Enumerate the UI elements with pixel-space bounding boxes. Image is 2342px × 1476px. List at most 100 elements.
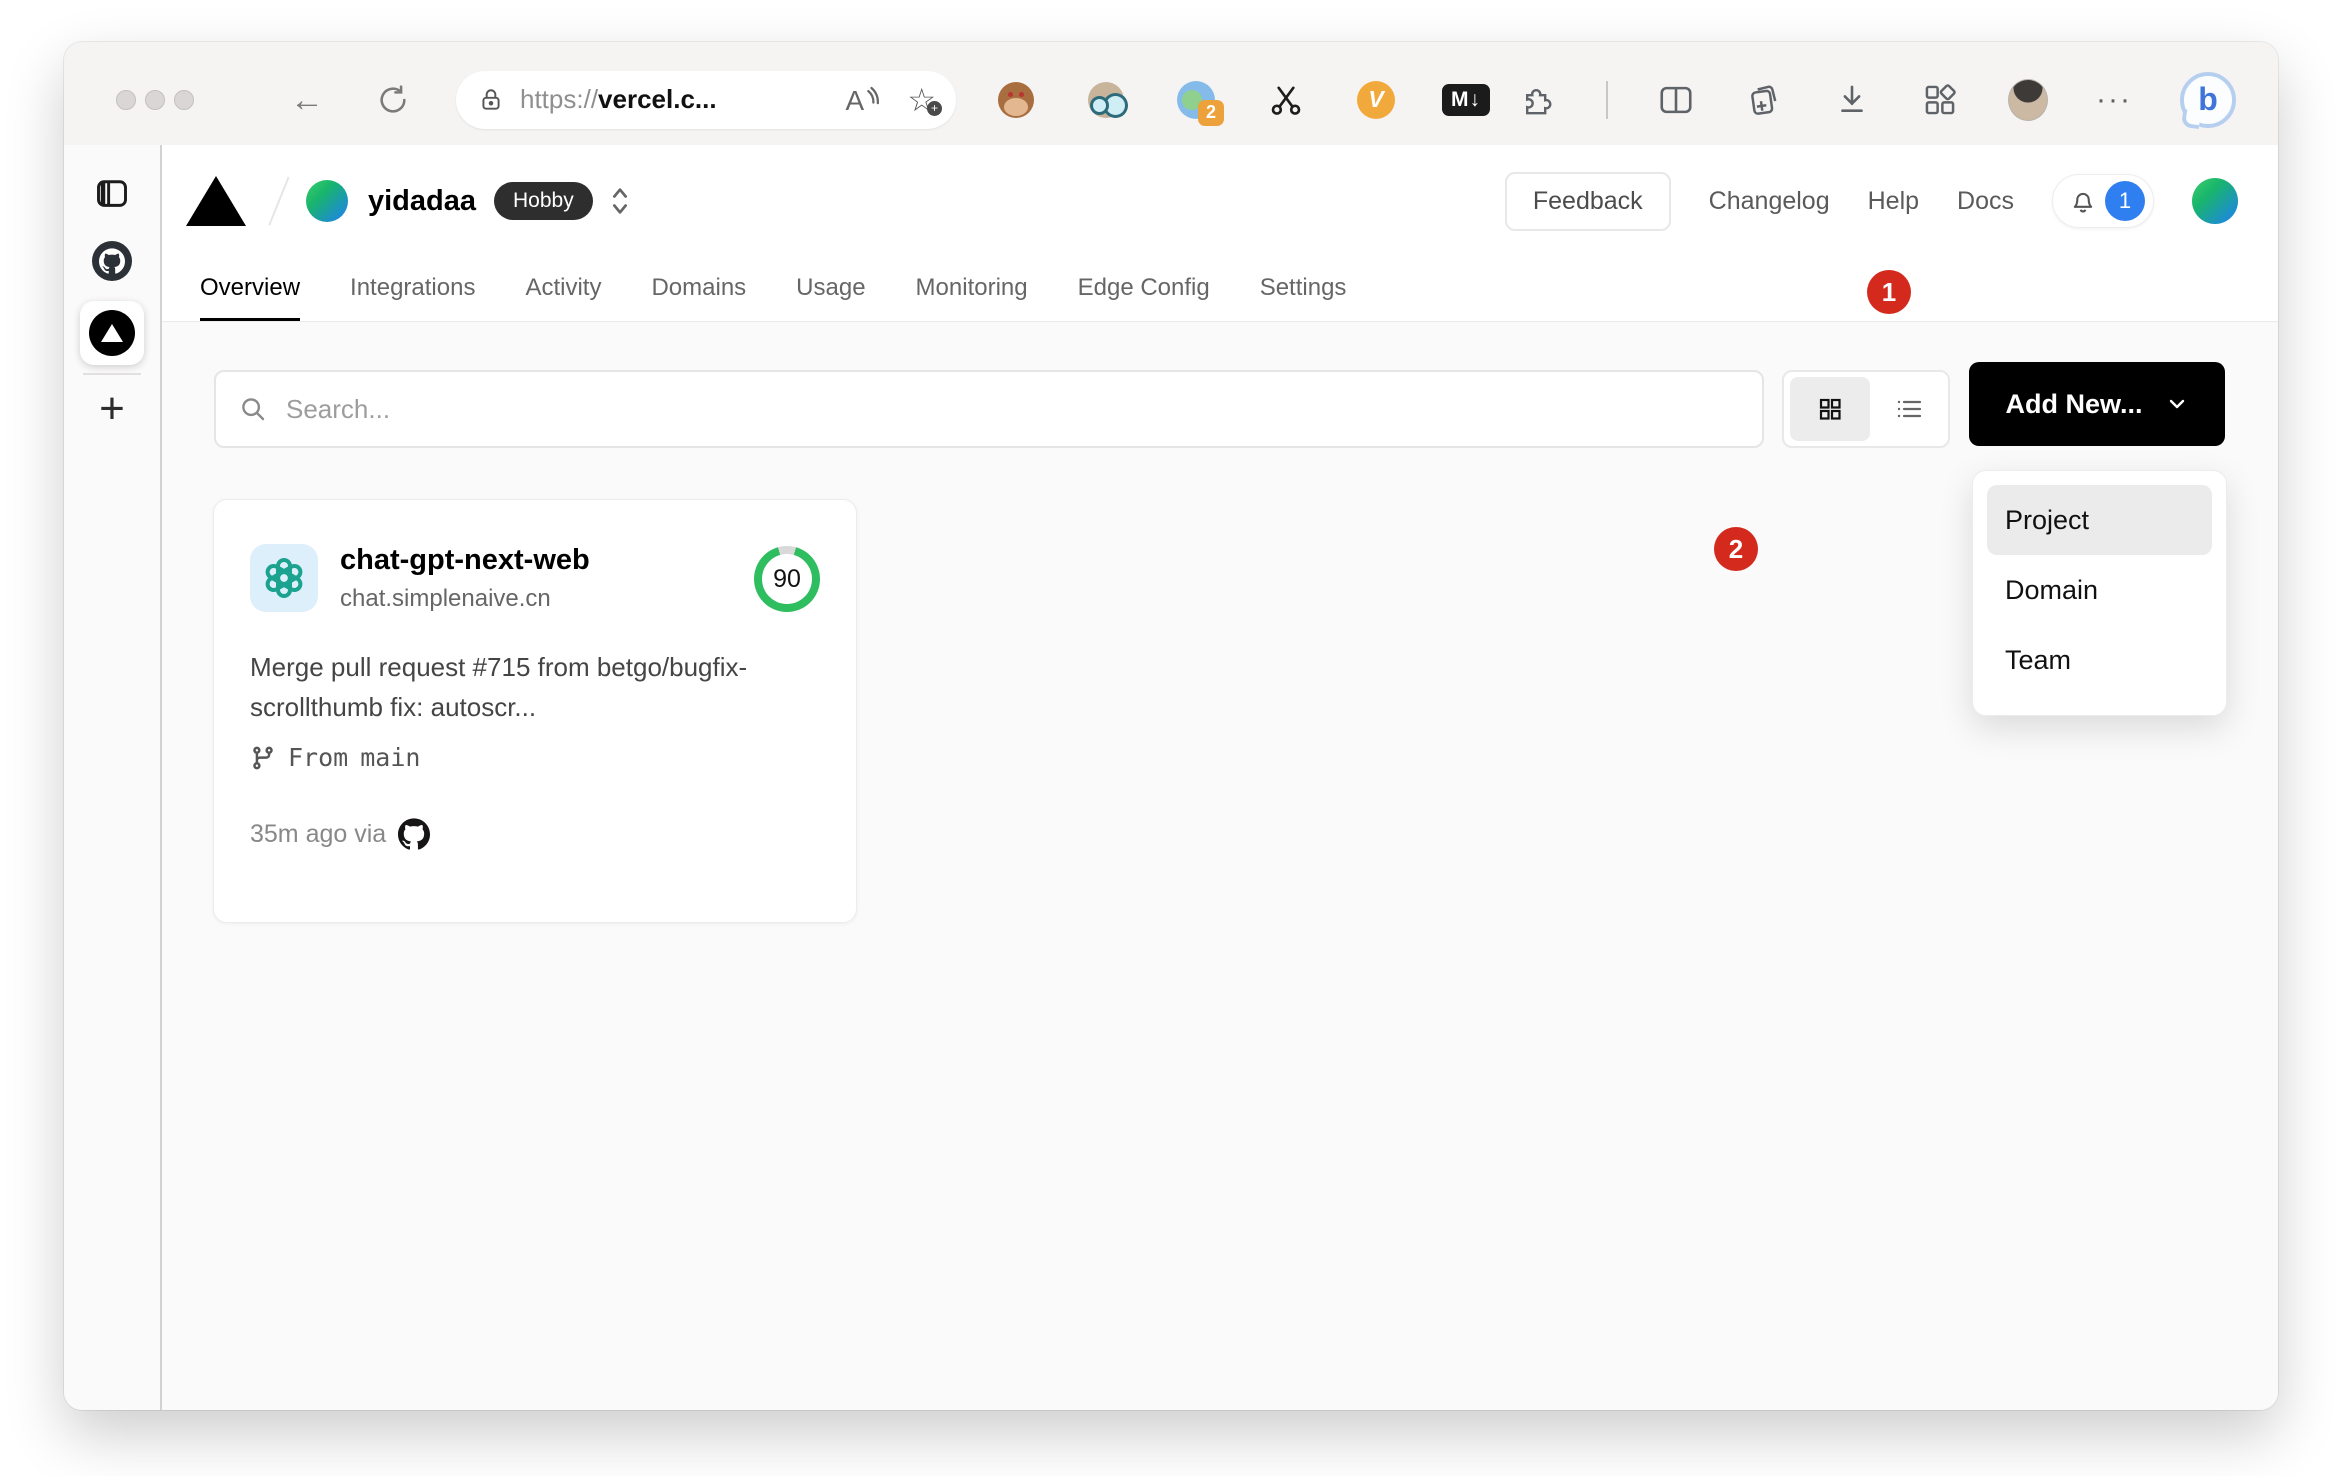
project-domain[interactable]: chat.simplenaive.cn: [340, 585, 590, 613]
notifications-button[interactable]: 1: [2052, 174, 2154, 228]
sidebar-divider: [83, 373, 141, 375]
project-card[interactable]: chat-gpt-next-web chat.simplenaive.cn 90…: [213, 499, 857, 923]
profile-avatar[interactable]: [2008, 78, 2049, 121]
feedback-button[interactable]: Feedback: [1504, 171, 1671, 231]
v-extension-icon[interactable]: V: [1356, 80, 1396, 120]
vercel-circle-icon: [89, 310, 135, 356]
view-toggle: [1782, 370, 1950, 448]
changelog-link[interactable]: Changelog: [1709, 187, 1830, 216]
add-new-button[interactable]: Add New...: [1969, 362, 2225, 446]
zoom-window-button[interactable]: [174, 89, 194, 110]
tab-monitoring[interactable]: Monitoring: [916, 257, 1028, 321]
address-bar[interactable]: https://vercel.c... A ☆ +: [456, 70, 956, 129]
collections-icon[interactable]: [1744, 80, 1784, 120]
list-view-button[interactable]: [1870, 395, 1948, 423]
dashboard-content: Add New... Project Domain Team: [162, 322, 2278, 1410]
minimize-window-button[interactable]: [145, 89, 165, 110]
tab-overview[interactable]: Overview: [200, 257, 301, 321]
project-favicon: [250, 544, 318, 612]
branch-name: main: [360, 743, 421, 772]
svg-text:A: A: [846, 85, 865, 116]
grid-view-icon: [1819, 398, 1841, 420]
extension-badge: 2: [1197, 99, 1224, 126]
project-name[interactable]: chat-gpt-next-web: [340, 544, 590, 577]
vercel-logo[interactable]: [186, 176, 246, 226]
back-icon[interactable]: ←: [290, 83, 324, 117]
user-avatar[interactable]: [2192, 178, 2238, 224]
proxy-extension-icon[interactable]: 2: [1176, 80, 1224, 126]
chevron-down-icon: [2169, 399, 2184, 409]
tab-integrations[interactable]: Integrations: [350, 257, 475, 321]
notification-count-badge: 1: [2105, 181, 2145, 221]
window-controls: [116, 89, 194, 110]
github-icon: [398, 818, 431, 850]
lock-icon: [482, 88, 500, 110]
docs-link[interactable]: Docs: [1957, 187, 2014, 216]
project-search-bar[interactable]: [214, 370, 1764, 448]
add-new-dropdown: Project Domain Team: [1972, 470, 2227, 716]
url-scheme: https://: [520, 84, 599, 114]
vercel-dashboard-page: yidadaa Hobby Feedback Changelog Help Do…: [162, 145, 2278, 1410]
tampermonkey-extension-icon[interactable]: [996, 80, 1036, 120]
url-text: https://vercel.c...: [520, 84, 717, 115]
sidebar-toggle-icon[interactable]: [94, 175, 130, 211]
branch-label: From: [288, 743, 349, 772]
split-screen-icon[interactable]: [1656, 80, 1696, 120]
star-badge: +: [927, 100, 942, 116]
project-card-header: chat-gpt-next-web chat.simplenaive.cn 90: [250, 544, 820, 613]
git-branch-icon: [253, 746, 273, 769]
edge-sidebar: +: [64, 145, 162, 1410]
team-switcher-icon[interactable]: [609, 184, 631, 218]
toolbar-divider: [1606, 80, 1609, 119]
dropdown-item-domain[interactable]: Domain: [1987, 555, 2212, 625]
project-card-footer: 35m ago via: [250, 818, 820, 850]
grid-view-button[interactable]: [1790, 377, 1870, 441]
scissors-extension-icon[interactable]: [1266, 80, 1306, 120]
tab-usage[interactable]: Usage: [796, 257, 865, 321]
github-sidebar-icon[interactable]: [92, 241, 132, 281]
reader-view-icon[interactable]: A: [843, 83, 881, 117]
project-meta: chat-gpt-next-web chat.simplenaive.cn: [340, 544, 590, 613]
url-host: vercel.c...: [598, 84, 717, 114]
analytics-score-value: 90: [773, 564, 801, 593]
refresh-icon[interactable]: [376, 83, 410, 117]
search-input[interactable]: [286, 393, 1740, 425]
extensions-puzzle-icon[interactable]: [1518, 80, 1558, 120]
workspaces-icon[interactable]: [1920, 80, 1960, 120]
settings-more-icon[interactable]: ···: [2096, 83, 2132, 117]
sidebar-add-icon[interactable]: +: [99, 387, 125, 431]
tab-settings[interactable]: Settings: [1260, 257, 1347, 321]
plan-badge: Hobby: [494, 182, 593, 220]
bing-chat-icon[interactable]: b: [2180, 71, 2236, 128]
tab-domains[interactable]: Domains: [651, 257, 746, 321]
dashboard-tabs: Overview Integrations Activity Domains U…: [162, 257, 2278, 322]
browser-toolbar: ← https://vercel.c... A ☆ + 2 V M↓ ··· b: [64, 42, 2278, 145]
browser-body: + yidadaa Hobby Feedback Changelog Help …: [64, 145, 2278, 1410]
add-new-label: Add New...: [2005, 388, 2143, 419]
extensions-row: 2 V M↓: [996, 80, 1490, 126]
persona-extension-icon[interactable]: [1086, 80, 1126, 120]
tab-activity[interactable]: Activity: [525, 257, 601, 321]
close-window-button[interactable]: [116, 89, 136, 110]
bell-icon: [2073, 192, 2093, 213]
help-link[interactable]: Help: [1868, 187, 1919, 216]
vercel-sidebar-app-active[interactable]: [80, 301, 144, 365]
branch-row: From main: [250, 743, 820, 772]
latest-commit-message: Merge pull request #715 from betgo/bugfi…: [250, 652, 748, 722]
team-avatar[interactable]: [306, 180, 348, 222]
dropdown-item-project[interactable]: Project: [1987, 485, 2212, 555]
browser-window: ← https://vercel.c... A ☆ + 2 V M↓ ··· b…: [64, 42, 2278, 1410]
markdown-download-extension-icon[interactable]: M↓: [1442, 80, 1490, 120]
toolbar-right-cluster: ··· b: [1518, 71, 2236, 128]
tab-edge-config[interactable]: Edge Config: [1078, 257, 1210, 321]
dropdown-item-team[interactable]: Team: [1987, 625, 2212, 695]
header-actions: Feedback Changelog Help Docs 1: [1504, 171, 2238, 231]
team-name[interactable]: yidadaa: [368, 185, 476, 218]
list-view-icon: [1897, 400, 1922, 418]
breadcrumb-slash: [268, 176, 290, 226]
analytics-score-ring[interactable]: 90: [754, 546, 820, 612]
downloads-icon[interactable]: [1832, 80, 1872, 120]
openai-logo-icon: [265, 558, 303, 598]
vercel-header: yidadaa Hobby Feedback Changelog Help Do…: [162, 145, 2278, 257]
favorite-star-icon[interactable]: ☆ +: [907, 84, 942, 116]
